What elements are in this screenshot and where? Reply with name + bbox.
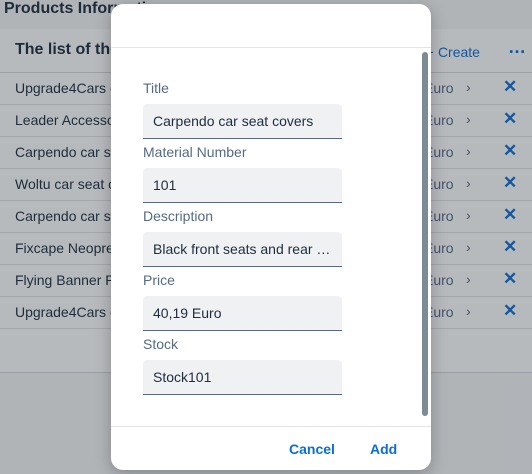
edit-product-dialog: Title Carpendo car seat covers Material …: [111, 4, 431, 470]
title-label: Title: [143, 80, 169, 96]
stock-label: Stock: [143, 336, 179, 352]
material-number-label: Material Number: [143, 144, 247, 160]
price-input[interactable]: 40,19 Euro: [143, 296, 342, 331]
dialog-footer: Cancel Add: [111, 426, 431, 470]
description-input[interactable]: Black front seats and rear seats: [143, 232, 342, 267]
dialog-scrollbar[interactable]: [422, 52, 428, 416]
description-label: Description: [143, 208, 214, 224]
dialog-form: Title Carpendo car seat covers Material …: [111, 48, 431, 426]
title-input[interactable]: Carpendo car seat covers: [143, 104, 342, 139]
price-label: Price: [143, 272, 175, 288]
material-number-input[interactable]: 101: [143, 168, 342, 203]
stock-input[interactable]: Stock101: [143, 360, 342, 395]
dialog-header: [111, 4, 431, 48]
cancel-button[interactable]: Cancel: [289, 441, 335, 457]
add-button[interactable]: Add: [370, 441, 397, 457]
